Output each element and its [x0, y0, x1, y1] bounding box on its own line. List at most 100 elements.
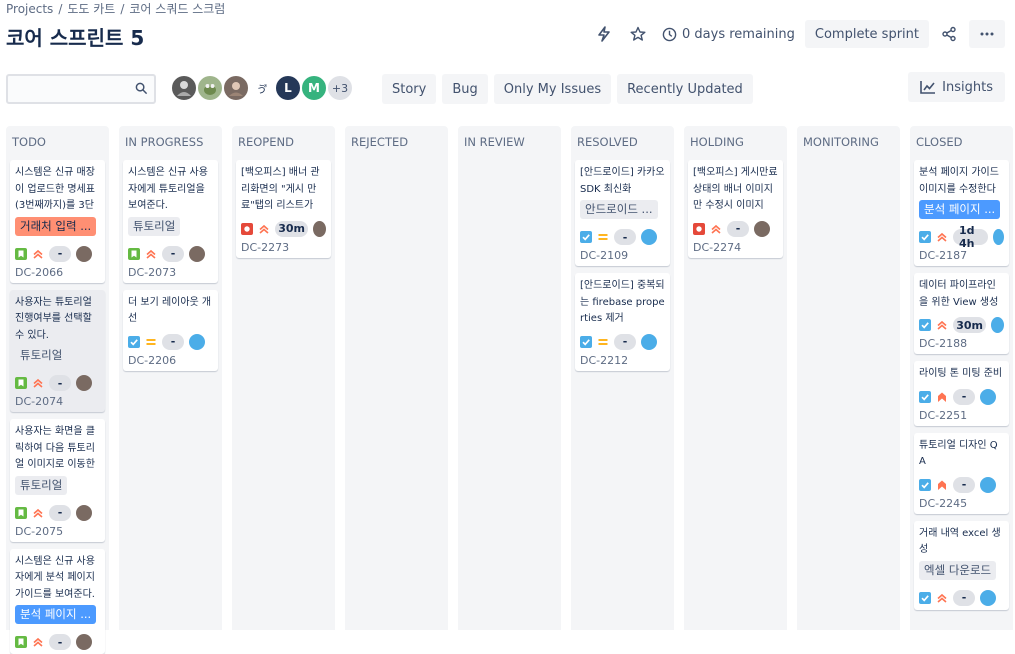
- assignee-avatar[interactable]: [76, 375, 92, 391]
- assignee-avatar[interactable]: [76, 246, 92, 262]
- issue-summary: 튜토리얼 디자인 QA: [919, 438, 1004, 471]
- remaining-text: 0 days remaining: [682, 27, 795, 42]
- search-icon[interactable]: [135, 82, 148, 95]
- estimate-badge: -: [49, 634, 71, 650]
- breadcrumb-board[interactable]: 코어 스쿼드 스크럼: [129, 2, 225, 16]
- issue-summary: 시스템은 신규 매장이 업로드한 명세표(3번째까지)를 3단: [15, 165, 100, 215]
- issue-key[interactable]: DC-2251: [919, 409, 1004, 422]
- estimate-badge: -: [614, 229, 636, 245]
- issue-card[interactable]: 거래 내역 excel 생성엑셀 다운로드-: [914, 521, 1009, 610]
- estimate-badge: -: [727, 221, 749, 237]
- issue-key[interactable]: DC-2073: [128, 266, 213, 279]
- avatar[interactable]: [170, 74, 198, 102]
- task-icon: [580, 231, 592, 243]
- assignee-avatar[interactable]: [980, 389, 996, 405]
- complete-sprint-button[interactable]: Complete sprint: [805, 20, 929, 48]
- lightning-icon[interactable]: [590, 20, 618, 48]
- story-icon: [128, 248, 140, 260]
- issue-key[interactable]: DC-2245: [919, 497, 1004, 510]
- epic-label: 분석 페이지 ...: [15, 605, 96, 624]
- issue-key[interactable]: DC-2188: [919, 337, 1004, 350]
- issue-meta: 30m: [241, 221, 326, 237]
- assignee-avatar[interactable]: [754, 221, 770, 237]
- filter-bug[interactable]: Bug: [442, 74, 487, 104]
- priority-high-icon: [710, 223, 722, 235]
- epic-label: 튜토리얼: [15, 346, 67, 365]
- issue-meta: -: [128, 334, 213, 350]
- issue-key[interactable]: DC-2273: [241, 241, 326, 254]
- issue-card[interactable]: [안드로이드] 중복되는 firebase properties 제거-DC-2…: [575, 273, 670, 371]
- issue-key[interactable]: DC-2066: [15, 266, 100, 279]
- issue-key[interactable]: DC-2074: [15, 395, 100, 408]
- avatar[interactable]: [222, 74, 250, 102]
- issue-card[interactable]: [백오피스] 게시만료 상태의 배너 이미지만 수정시 이미지-DC-2274: [688, 160, 783, 258]
- assignee-avatar[interactable]: [313, 221, 326, 237]
- issue-card[interactable]: 사용자는 튜토리얼 진행여부를 선택할 수 있다.튜토리얼-DC-2074: [10, 290, 105, 413]
- more-avatars-button[interactable]: +3: [326, 74, 354, 102]
- assignee-avatar[interactable]: [641, 334, 657, 350]
- issue-card[interactable]: 시스템은 신규 사용자에게 분석 페이지 가이드를 보여준다.분석 페이지 ..…: [10, 549, 105, 654]
- column-header: RESOLVED: [571, 126, 674, 160]
- column-header: TODO: [6, 126, 109, 160]
- issue-card[interactable]: 튜토리얼 디자인 QA-DC-2245: [914, 433, 1009, 514]
- more-actions-icon[interactable]: [969, 20, 1005, 48]
- issue-summary: 시스템은 신규 사용자에게 튜토리얼을 보여준다.: [128, 165, 213, 215]
- priority-high-icon: [258, 223, 270, 235]
- page-title: 코어 스프린트 5: [6, 22, 144, 51]
- issue-key[interactable]: DC-2206: [128, 354, 213, 367]
- avatar[interactable]: ゔ゙: [248, 74, 276, 102]
- issue-card[interactable]: 시스템은 신규 매장이 업로드한 명세표(3번째까지)를 3단거래처 입력 ..…: [10, 160, 105, 283]
- issue-key[interactable]: DC-2212: [580, 354, 665, 367]
- chart-icon: [920, 80, 936, 94]
- column-todo: TODO시스템은 신규 매장이 업로드한 명세표(3번째까지)를 3단거래처 입…: [6, 126, 109, 630]
- assignee-avatar[interactable]: [991, 317, 1004, 333]
- issue-meta: 1d 4h: [919, 229, 1004, 245]
- sprint-remaining: 0 days remaining: [658, 27, 799, 42]
- assignee-avatar[interactable]: [189, 246, 205, 262]
- issue-card[interactable]: 라이팅 톤 미팅 준비-DC-2251: [914, 361, 1009, 426]
- assignee-avatar[interactable]: [980, 590, 996, 606]
- issue-meta: -: [919, 389, 1004, 405]
- filter-story[interactable]: Story: [382, 74, 436, 104]
- insights-button[interactable]: Insights: [908, 72, 1005, 102]
- issue-key[interactable]: DC-2274: [693, 241, 778, 254]
- avatar[interactable]: M: [300, 74, 328, 102]
- issue-summary: [백오피스] 배너 관리화면의 "게시 만료"탭의 리스트가: [241, 165, 326, 215]
- breadcrumb-project[interactable]: 도도 카트: [67, 2, 115, 16]
- epic-label: 엑셀 다운로드: [919, 561, 996, 580]
- bug-icon: [693, 223, 705, 235]
- filter-recently-updated[interactable]: Recently Updated: [617, 74, 753, 104]
- column-cards: 분석 페이지 가이드 이미지를 수정한다분석 페이지 ...1d 4hDC-21…: [910, 160, 1013, 610]
- assignee-avatar[interactable]: [189, 334, 205, 350]
- issue-key[interactable]: DC-2109: [580, 249, 665, 262]
- column-in-progress: IN PROGRESS시스템은 신규 사용자에게 튜토리얼을 보여준다.튜토리얼…: [119, 126, 222, 630]
- estimate-badge: -: [953, 389, 975, 405]
- filter-only-my-issues[interactable]: Only My Issues: [494, 74, 611, 104]
- issue-card[interactable]: [백오피스] 배너 관리화면의 "게시 만료"탭의 리스트가 30m DC-2273: [236, 160, 331, 258]
- issue-card[interactable]: 데이터 파이프라인을 위한 View 생성30mDC-2188: [914, 273, 1009, 354]
- assignee-avatar[interactable]: [980, 477, 996, 493]
- search-input[interactable]: [8, 76, 126, 102]
- priority-high-icon: [936, 592, 948, 604]
- assignee-avatar[interactable]: [641, 229, 657, 245]
- epic-label: 거래처 입력 ...: [15, 217, 96, 236]
- avatar[interactable]: L: [274, 74, 302, 102]
- avatar[interactable]: [196, 74, 224, 102]
- issue-card[interactable]: 시스템은 신규 사용자에게 튜토리얼을 보여준다.튜토리얼-DC-2073: [123, 160, 218, 283]
- epic-label: 분석 페이지 ...: [919, 200, 1000, 219]
- issue-key[interactable]: DC-2187: [919, 249, 1004, 262]
- column-header: REJECTED: [345, 126, 448, 160]
- assignee-avatar[interactable]: [76, 505, 92, 521]
- issue-card[interactable]: 분석 페이지 가이드 이미지를 수정한다분석 페이지 ...1d 4hDC-21…: [914, 160, 1009, 266]
- assignee-avatar[interactable]: [993, 229, 1004, 245]
- issue-key[interactable]: DC-2075: [15, 525, 100, 538]
- priority-high-icon: [936, 319, 948, 331]
- star-icon[interactable]: [624, 20, 652, 48]
- assignee-avatar[interactable]: [76, 634, 92, 650]
- issue-card[interactable]: [안드로이드] 카카오 SDK 최신화안드로이드 ...-DC-2109: [575, 160, 670, 266]
- priority-medium-icon: [597, 336, 609, 348]
- issue-card[interactable]: 사용자는 화면을 클릭하여 다음 튜토리얼 이미지로 이동한튜토리얼-DC-20…: [10, 419, 105, 542]
- share-icon[interactable]: [935, 20, 963, 48]
- issue-card[interactable]: 더 보기 레이아웃 개선-DC-2206: [123, 290, 218, 371]
- breadcrumb-projects[interactable]: Projects: [6, 2, 53, 16]
